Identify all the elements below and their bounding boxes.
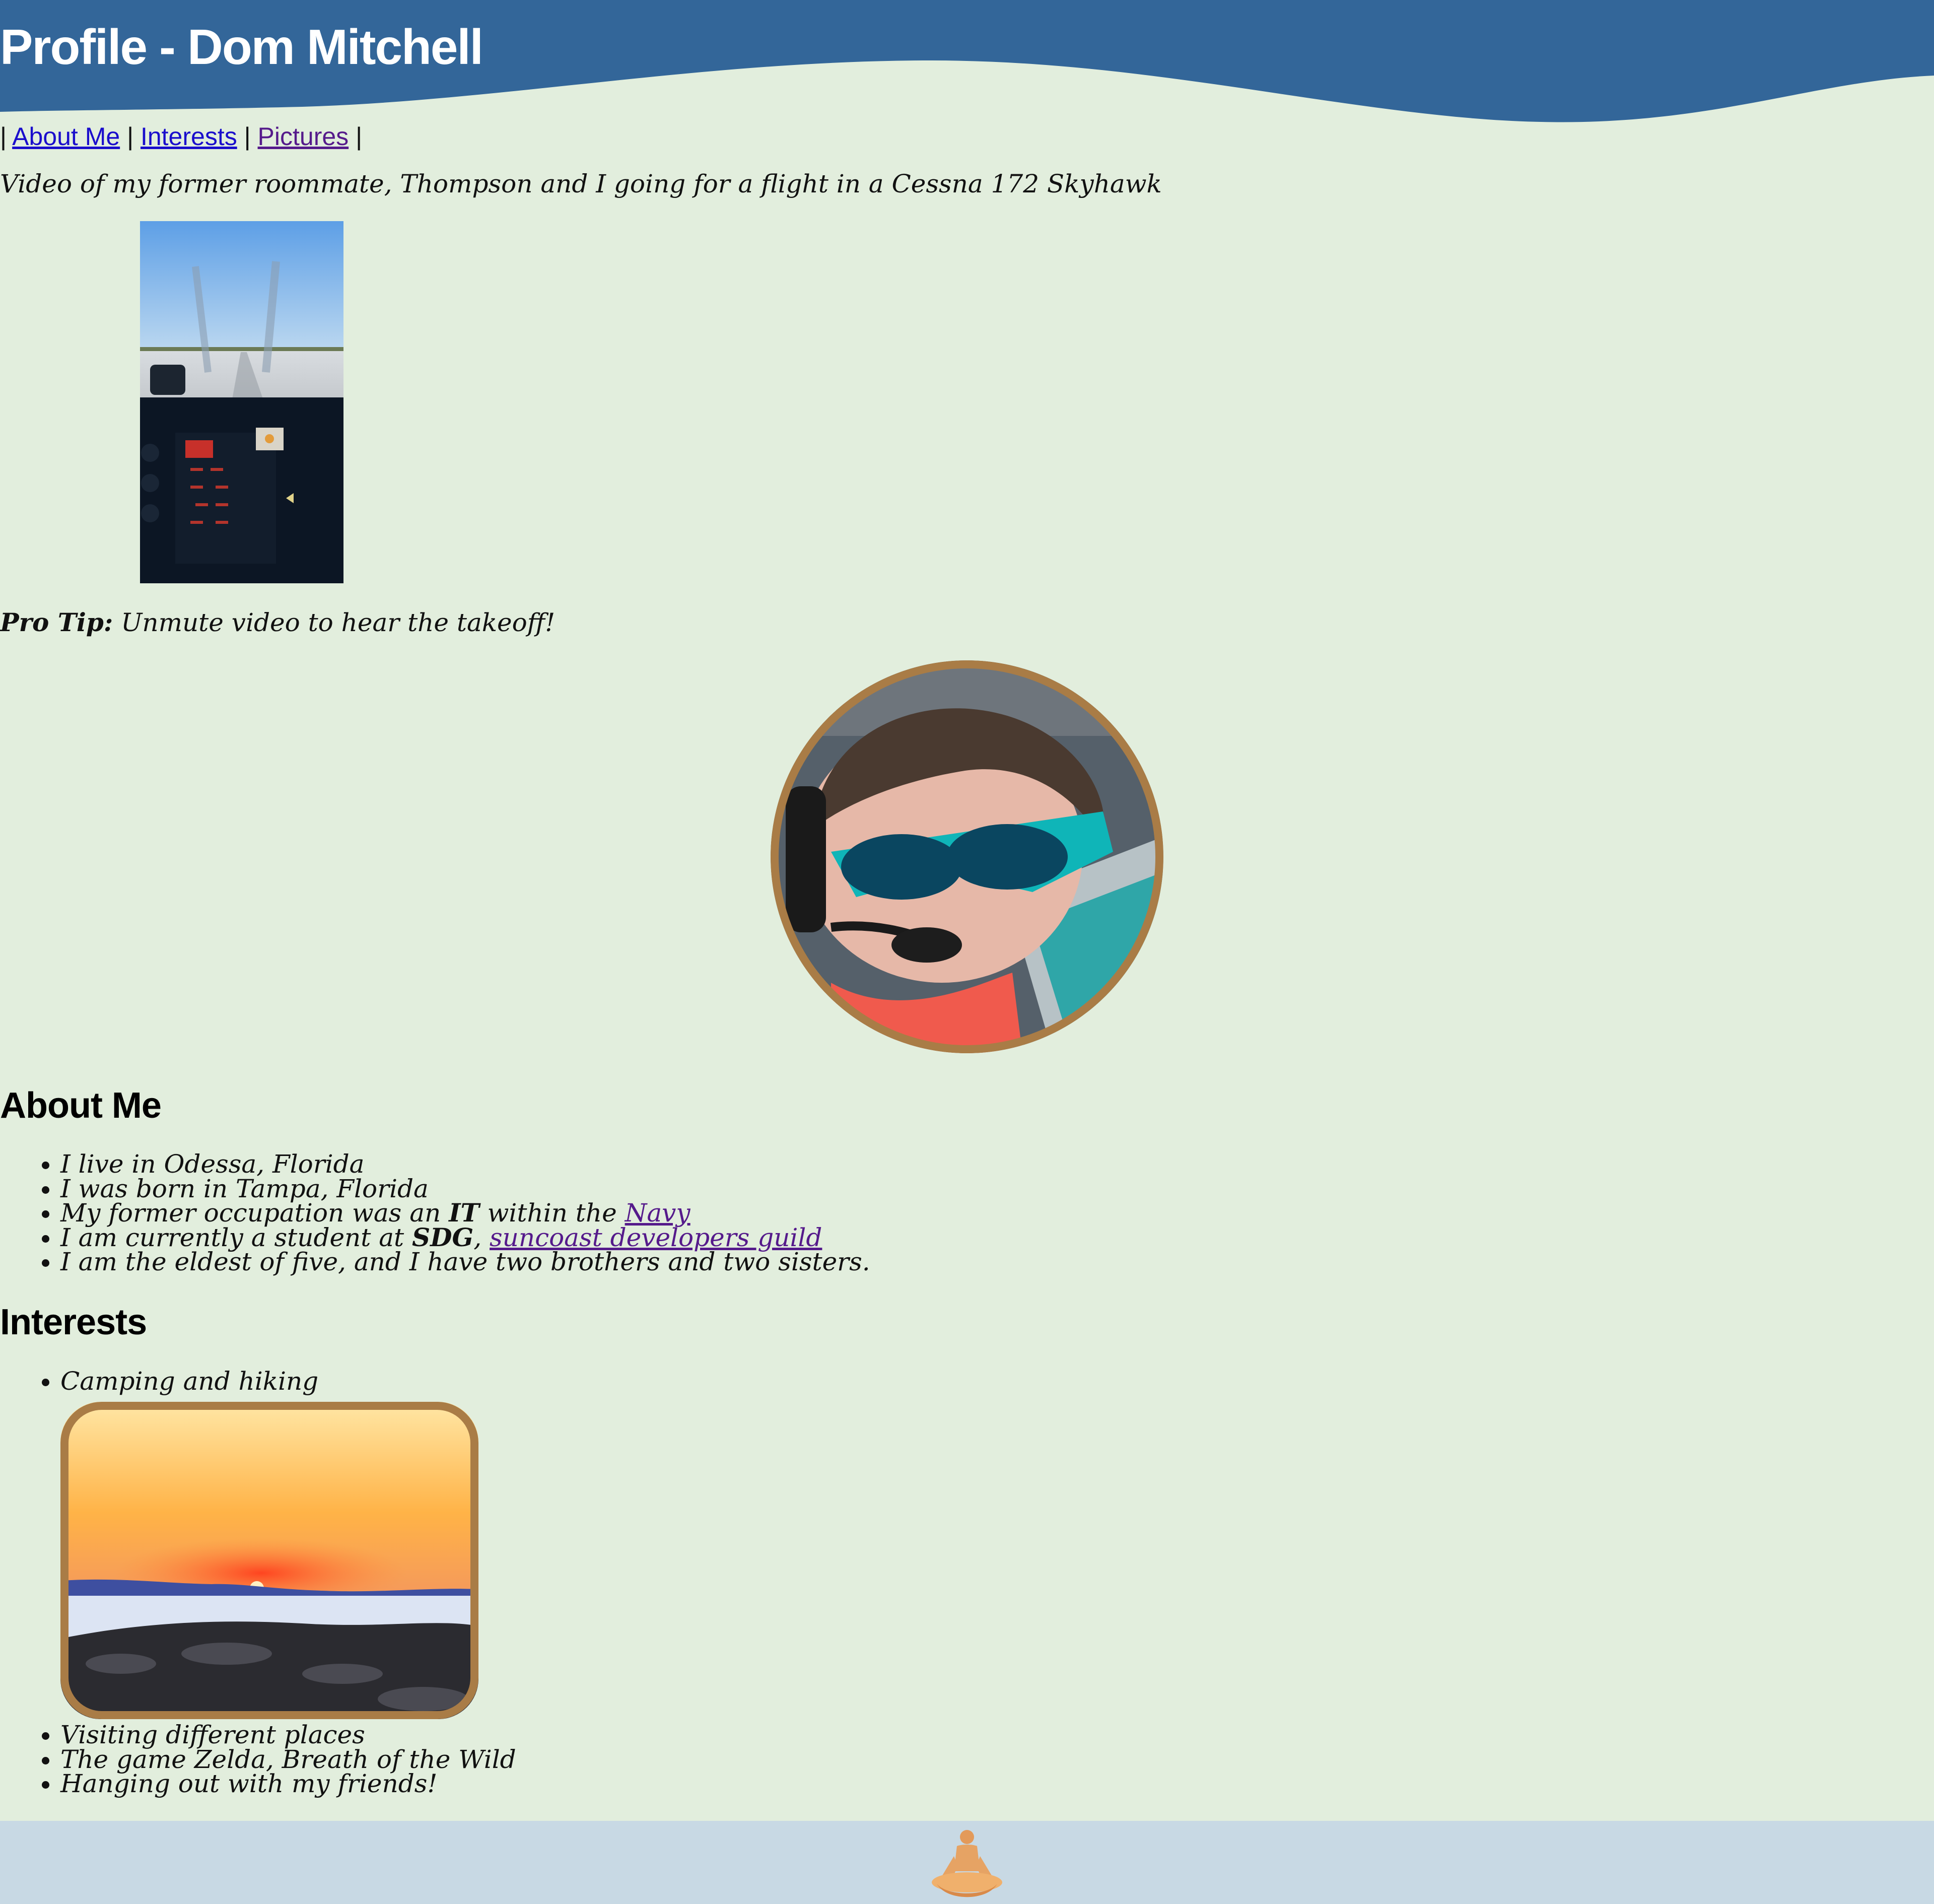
list-item: I was born in Tampa, Florida [60, 1176, 870, 1201]
pro-tip-text: Unmute video to hear the takeoff! [113, 608, 556, 637]
list-item: Hanging out with my friends! [60, 1771, 516, 1796]
interests-list: Camping and hiking [0, 1369, 318, 1393]
sunset-photo-image [60, 1402, 478, 1719]
profile-photo-image [771, 660, 1163, 1053]
nav-separator: | [0, 122, 7, 151]
list-item: My former occupation was an IT within th… [60, 1200, 870, 1226]
about-me-list: I live in Odessa, Florida I was born in … [0, 1151, 870, 1274]
meditating-figure-icon [932, 1830, 1002, 1897]
page-header: Profile - Dom Mitchell [0, 0, 1934, 126]
top-nav: | About Me | Interests | Pictures | [0, 119, 362, 154]
nav-separator: | [127, 122, 134, 151]
video-caption: Video of my former roommate, Thompson an… [0, 169, 1162, 198]
interests-list-continued: Visiting different places The game Zelda… [0, 1722, 516, 1796]
sunset-photo [60, 1402, 478, 1719]
list-item: Camping and hiking [60, 1369, 318, 1393]
flight-video[interactable] [140, 221, 343, 583]
about-me-heading: About Me [0, 1085, 162, 1126]
interests-heading: Interests [0, 1302, 147, 1342]
nav-link-about-me[interactable]: About Me [12, 122, 120, 151]
list-item: I am the eldest of five, and I have two … [60, 1249, 870, 1274]
page-title: Profile - Dom Mitchell [0, 19, 484, 75]
page-footer [0, 1821, 1934, 1904]
list-item: I live in Odessa, Florida [60, 1151, 870, 1177]
nav-link-pictures[interactable]: Pictures [258, 122, 349, 151]
list-item: Visiting different places [60, 1722, 516, 1747]
nav-separator: | [244, 122, 251, 151]
profile-photo [771, 660, 1163, 1053]
nav-separator: | [356, 122, 363, 151]
pro-tip-label: Pro Tip: [0, 607, 113, 637]
list-item: I am currently a student at SDG, suncoas… [60, 1225, 870, 1250]
list-item: The game Zelda, Breath of the Wild [60, 1747, 516, 1772]
cockpit-video-frame [140, 221, 343, 583]
nav-link-interests[interactable]: Interests [141, 122, 237, 151]
pro-tip: Pro Tip: Unmute video to hear the takeof… [0, 605, 555, 640]
